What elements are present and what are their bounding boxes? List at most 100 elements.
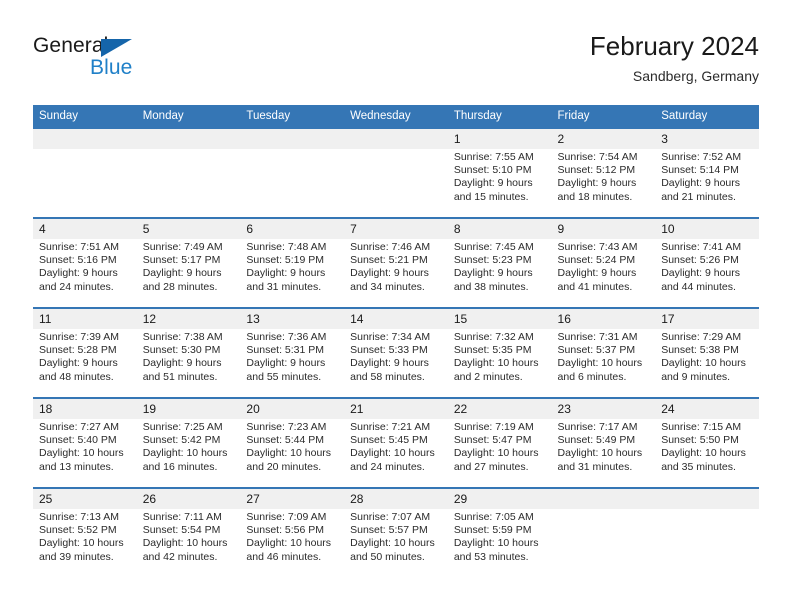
daylight-text-line1: Daylight: 9 hours xyxy=(350,357,429,370)
day-details: Sunrise: 7:36 AM Sunset: 5:31 PM Dayligh… xyxy=(240,329,344,384)
calendar-day-cell[interactable]: 16 Sunrise: 7:31 AM Sunset: 5:37 PM Dayl… xyxy=(551,307,656,398)
calendar-day-cell[interactable]: 24 Sunrise: 7:15 AM Sunset: 5:50 PM Dayl… xyxy=(655,397,759,488)
sunrise-text: Sunrise: 7:32 AM xyxy=(453,331,534,343)
weekday-header-sunday: Sunday xyxy=(33,105,137,128)
daylight-text-line1: Daylight: 10 hours xyxy=(661,447,746,460)
sunrise-text: Sunrise: 7:51 AM xyxy=(39,241,119,253)
calendar-day-cell[interactable]: 18 Sunrise: 7:27 AM Sunset: 5:40 PM Dayl… xyxy=(33,397,137,488)
day-number: 27 xyxy=(240,489,345,509)
sunrise-text: Sunrise: 7:45 AM xyxy=(453,241,534,253)
calendar-day-cell[interactable]: 13 Sunrise: 7:36 AM Sunset: 5:31 PM Dayl… xyxy=(240,307,345,398)
day-number: 9 xyxy=(551,219,656,239)
calendar-week-row: 18 Sunrise: 7:27 AM Sunset: 5:40 PM Dayl… xyxy=(33,397,759,488)
calendar-day-cell[interactable]: 26 Sunrise: 7:11 AM Sunset: 5:54 PM Dayl… xyxy=(136,487,241,577)
day-details xyxy=(137,149,241,151)
calendar-day-cell[interactable]: 21 Sunrise: 7:21 AM Sunset: 5:45 PM Dayl… xyxy=(344,397,448,488)
day-number: 5 xyxy=(136,219,241,239)
day-number xyxy=(33,129,137,149)
daylight-text-line1: Daylight: 10 hours xyxy=(557,447,643,460)
day-details: Sunrise: 7:13 AM Sunset: 5:52 PM Dayligh… xyxy=(33,509,137,564)
day-number: 28 xyxy=(344,489,448,509)
day-details: Sunrise: 7:32 AM Sunset: 5:35 PM Dayligh… xyxy=(448,329,552,384)
day-details: Sunrise: 7:51 AM Sunset: 5:16 PM Dayligh… xyxy=(33,239,137,294)
calendar-day-cell[interactable]: 12 Sunrise: 7:38 AM Sunset: 5:30 PM Dayl… xyxy=(136,307,241,398)
calendar-day-cell[interactable] xyxy=(240,127,345,218)
day-number: 3 xyxy=(655,129,759,149)
day-number: 15 xyxy=(447,309,552,329)
calendar-day-cell[interactable]: 6 Sunrise: 7:48 AM Sunset: 5:19 PM Dayli… xyxy=(240,217,345,308)
day-number: 17 xyxy=(655,309,759,329)
daylight-text-line2: and 13 minutes. xyxy=(39,460,114,473)
sunrise-text: Sunrise: 7:27 AM xyxy=(39,421,119,433)
calendar-day-cell[interactable]: 7 Sunrise: 7:46 AM Sunset: 5:21 PM Dayli… xyxy=(344,217,448,308)
calendar-day-cell[interactable]: 19 Sunrise: 7:25 AM Sunset: 5:42 PM Dayl… xyxy=(136,397,241,488)
day-number: 22 xyxy=(447,399,552,419)
day-number: 26 xyxy=(136,489,241,509)
day-number: 19 xyxy=(136,399,241,419)
daylight-text-line1: Daylight: 9 hours xyxy=(39,357,118,370)
sunset-text: Sunset: 5:24 PM xyxy=(557,254,636,267)
sunset-text: Sunset: 5:49 PM xyxy=(557,434,636,447)
calendar-day-cell[interactable]: 23 Sunrise: 7:17 AM Sunset: 5:49 PM Dayl… xyxy=(551,397,656,488)
daylight-text-line2: and 48 minutes. xyxy=(39,370,114,383)
sunset-text: Sunset: 5:38 PM xyxy=(661,344,739,357)
sunset-text: Sunset: 5:44 PM xyxy=(246,434,325,447)
day-number xyxy=(240,129,345,149)
daylight-text-line1: Daylight: 10 hours xyxy=(350,447,435,460)
daylight-text-line2: and 39 minutes. xyxy=(39,550,114,563)
daylight-text-line2: and 35 minutes. xyxy=(661,460,736,473)
calendar-day-cell[interactable]: 8 Sunrise: 7:45 AM Sunset: 5:23 PM Dayli… xyxy=(447,217,552,308)
daylight-text-line2: and 24 minutes. xyxy=(350,460,425,473)
calendar-week-row: 25 Sunrise: 7:13 AM Sunset: 5:52 PM Dayl… xyxy=(33,487,759,577)
sunrise-text: Sunrise: 7:07 AM xyxy=(350,511,431,523)
day-details xyxy=(655,509,759,511)
day-number: 6 xyxy=(240,219,345,239)
calendar-day-cell[interactable]: 5 Sunrise: 7:49 AM Sunset: 5:17 PM Dayli… xyxy=(136,217,241,308)
sunset-text: Sunset: 5:37 PM xyxy=(557,344,636,357)
calendar-day-cell[interactable] xyxy=(33,127,137,218)
daylight-text-line2: and 46 minutes. xyxy=(246,550,322,563)
sunset-text: Sunset: 5:52 PM xyxy=(39,524,117,537)
calendar-day-cell[interactable]: 9 Sunrise: 7:43 AM Sunset: 5:24 PM Dayli… xyxy=(551,217,656,308)
calendar-day-cell[interactable]: 29 Sunrise: 7:05 AM Sunset: 5:59 PM Dayl… xyxy=(447,487,552,577)
calendar-day-cell[interactable]: 1 Sunrise: 7:55 AM Sunset: 5:10 PM Dayli… xyxy=(447,127,552,218)
day-number: 24 xyxy=(655,399,759,419)
calendar-day-cell[interactable]: 25 Sunrise: 7:13 AM Sunset: 5:52 PM Dayl… xyxy=(33,487,137,577)
calendar-day-cell[interactable]: 22 Sunrise: 7:19 AM Sunset: 5:47 PM Dayl… xyxy=(447,397,552,488)
daylight-text-line2: and 38 minutes. xyxy=(453,280,529,293)
sunset-text: Sunset: 5:54 PM xyxy=(142,524,221,537)
sunset-text: Sunset: 5:14 PM xyxy=(661,164,739,177)
daylight-text-line2: and 16 minutes. xyxy=(142,460,218,473)
calendar-day-cell[interactable]: 17 Sunrise: 7:29 AM Sunset: 5:38 PM Dayl… xyxy=(655,307,759,398)
calendar-day-cell[interactable]: 2 Sunrise: 7:54 AM Sunset: 5:12 PM Dayli… xyxy=(551,127,656,218)
daylight-text-line1: Daylight: 10 hours xyxy=(350,537,435,550)
day-number: 10 xyxy=(655,219,759,239)
calendar-day-cell[interactable]: 28 Sunrise: 7:07 AM Sunset: 5:57 PM Dayl… xyxy=(344,487,448,577)
calendar-day-cell[interactable]: 11 Sunrise: 7:39 AM Sunset: 5:28 PM Dayl… xyxy=(33,307,137,398)
sunset-text: Sunset: 5:45 PM xyxy=(350,434,428,447)
page-title: February 2024 xyxy=(589,31,759,61)
day-details xyxy=(344,149,448,151)
daylight-text-line1: Daylight: 9 hours xyxy=(557,267,637,280)
calendar-day-cell[interactable]: 4 Sunrise: 7:51 AM Sunset: 5:16 PM Dayli… xyxy=(33,217,137,308)
calendar-day-cell[interactable] xyxy=(136,127,241,218)
calendar-day-cell[interactable]: 10 Sunrise: 7:41 AM Sunset: 5:26 PM Dayl… xyxy=(655,217,759,308)
sunset-text: Sunset: 5:23 PM xyxy=(453,254,532,267)
calendar-day-cell[interactable] xyxy=(551,487,656,577)
daylight-text-line2: and 50 minutes. xyxy=(350,550,425,563)
calendar-day-cell[interactable]: 15 Sunrise: 7:32 AM Sunset: 5:35 PM Dayl… xyxy=(447,307,552,398)
sunrise-text: Sunrise: 7:31 AM xyxy=(557,331,638,343)
day-number: 4 xyxy=(33,219,137,239)
calendar-day-cell[interactable]: 20 Sunrise: 7:23 AM Sunset: 5:44 PM Dayl… xyxy=(240,397,345,488)
calendar-day-cell[interactable]: 3 Sunrise: 7:52 AM Sunset: 5:14 PM Dayli… xyxy=(655,127,759,218)
sunset-text: Sunset: 5:21 PM xyxy=(350,254,428,267)
calendar-day-cell[interactable]: 27 Sunrise: 7:09 AM Sunset: 5:56 PM Dayl… xyxy=(240,487,345,577)
day-details xyxy=(33,149,137,151)
daylight-text-line1: Daylight: 10 hours xyxy=(453,537,539,550)
calendar-day-cell[interactable]: 14 Sunrise: 7:34 AM Sunset: 5:33 PM Dayl… xyxy=(344,307,448,398)
day-details: Sunrise: 7:34 AM Sunset: 5:33 PM Dayligh… xyxy=(344,329,448,384)
calendar-day-cell[interactable] xyxy=(655,487,759,577)
weekday-header-saturday: Saturday xyxy=(655,105,759,128)
calendar-day-cell[interactable] xyxy=(344,127,448,218)
sunset-text: Sunset: 5:10 PM xyxy=(453,164,532,177)
